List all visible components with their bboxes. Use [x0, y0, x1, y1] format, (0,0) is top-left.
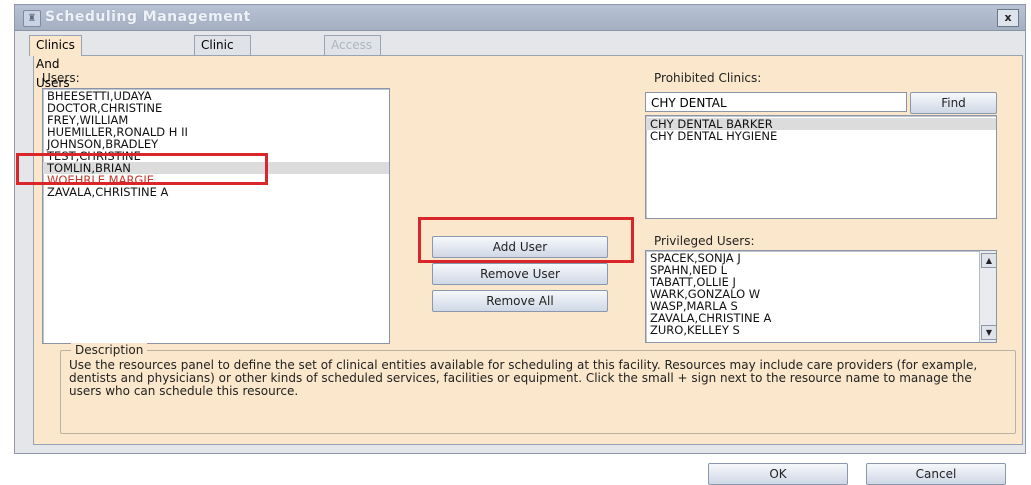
find-button[interactable]: Find [910, 92, 997, 114]
ok-button[interactable]: OK [708, 463, 848, 485]
tab-access-groups: Access Groups [324, 35, 381, 71]
description-group: Description Use the resources panel to d… [60, 343, 1016, 434]
highlight-box-add-user [418, 217, 634, 263]
scheduling-management-window: ♜ Scheduling Management x Clinics And Us… [14, 4, 1026, 454]
clinic-search-input[interactable]: CHY DENTAL [645, 92, 907, 112]
scroll-up-icon[interactable]: ▲ [981, 253, 996, 268]
tab-clinics-and-users[interactable]: Clinics And Users [29, 35, 82, 90]
description-text: Use the resources panel to define the se… [69, 358, 978, 398]
cancel-button[interactable]: Cancel [866, 463, 1006, 485]
remove-user-button[interactable]: Remove User [432, 263, 608, 285]
users-list[interactable]: BHEESETTI,UDAYA DOCTOR,CHRISTINE FREY,WI… [42, 88, 390, 344]
list-item[interactable]: ZURO,KELLEY S [646, 324, 996, 336]
privileged-users-label: Privileged Users: [654, 234, 755, 248]
title-bar: ♜ Scheduling Management x [15, 5, 1025, 31]
remove-all-button[interactable]: Remove All [432, 290, 608, 312]
privileged-users-list[interactable]: SPACEK,SONJA J SPAHN,NED L TABATT,OLLIE … [645, 250, 997, 343]
description-legend: Description [71, 343, 148, 357]
highlight-box-tomlin [16, 153, 268, 185]
scroll-down-icon[interactable]: ▼ [981, 325, 996, 340]
clinics-and-users-panel: Users: BHEESETTI,UDAYA DOCTOR,CHRISTINE … [16, 55, 1023, 445]
prohibited-clinics-list[interactable]: CHY DENTAL BARKER CHY DENTAL HYGIENE [645, 115, 997, 219]
tab-clinic-groups[interactable]: Clinic Groups [194, 35, 251, 71]
list-item[interactable]: ZAVALA,CHRISTINE A [43, 186, 389, 198]
list-item[interactable]: CHY DENTAL HYGIENE [646, 130, 996, 142]
prohibited-clinics-label: Prohibited Clinics: [654, 71, 762, 85]
app-icon: ♜ [23, 10, 41, 27]
privileged-users-scrollbar[interactable]: ▲ ▼ [979, 251, 996, 342]
window-title: Scheduling Management [45, 9, 251, 25]
close-button[interactable]: x [997, 9, 1019, 27]
